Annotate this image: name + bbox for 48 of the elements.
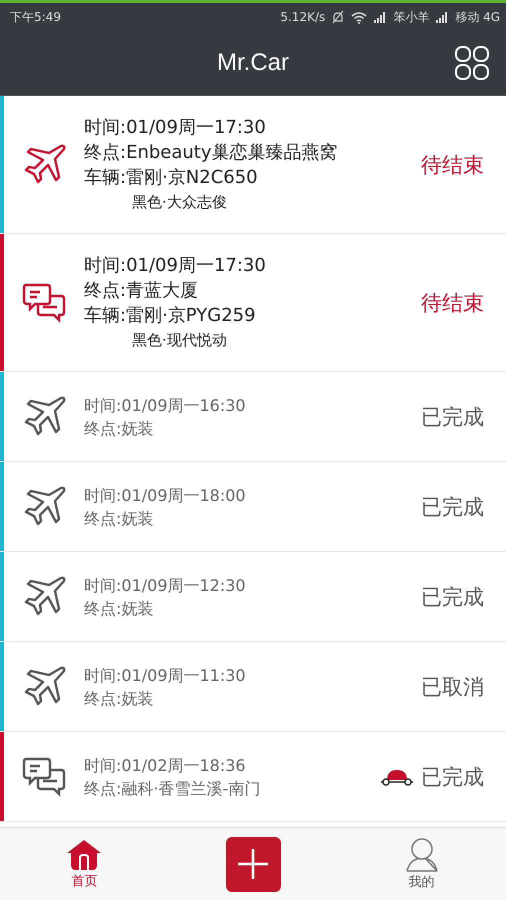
home-icon xyxy=(66,838,102,870)
order-card[interactable]: 时间:01/09周一17:30 终点:青蓝大厦 车辆:雷刚·京PYG259 黑色·现代悦动 待结束 xyxy=(0,234,506,372)
order-card[interactable]: 时间:01/09周一12:30 终点:妩装 已完成 xyxy=(0,552,506,642)
order-vehicle: 车辆:雷刚·京N2C650 xyxy=(84,166,259,190)
order-card[interactable]: 时间:01/09周一11:30 终点:妩装 已取消 xyxy=(0,642,506,732)
order-time: 时间:01/09周一17:30 xyxy=(84,254,267,278)
order-status: 待结束 xyxy=(421,290,484,316)
order-card[interactable]: 时间:01/09周一18:00 终点:妩装 已完成 xyxy=(0,462,506,552)
vehicle-detail: 黑色·大众志俊 xyxy=(131,192,228,213)
app-title: Mr.Car xyxy=(217,49,289,77)
order-destination: 终点:融科·香雪兰溪-南门 xyxy=(84,778,262,800)
order-destination: 终点:青蓝大厦 xyxy=(84,279,200,303)
carrier-name: 移动 4G xyxy=(455,8,500,26)
signal-icon xyxy=(435,11,450,23)
order-time: 时间:01/02周一18:36 xyxy=(84,754,247,776)
muted-bell-icon xyxy=(331,10,346,24)
home-tab[interactable]: 首页 xyxy=(66,838,102,890)
order-destination: 终点:妩装 xyxy=(84,418,154,440)
carrier-name: 笨小羊 xyxy=(393,8,430,26)
wifi-icon xyxy=(351,10,368,24)
order-time: 时间:01/09周一17:30 xyxy=(84,116,267,140)
plus-icon xyxy=(236,847,270,881)
network-speed: 5.12K/s xyxy=(280,10,326,24)
person-icon xyxy=(404,838,440,872)
order-time: 时间:01/09周一18:00 xyxy=(84,484,247,506)
add-button[interactable] xyxy=(226,836,280,892)
order-time: 时间:01/09周一12:30 xyxy=(84,574,247,596)
vehicle-detail: 黑色·现代悦动 xyxy=(131,330,228,351)
order-status: 已完成 xyxy=(421,494,484,520)
order-card[interactable]: 时间:01/02周一18:36 终点:融科·香雪兰溪-南门 已完成 xyxy=(0,732,506,822)
order-status: 已完成 xyxy=(421,584,484,610)
order-status: 已取消 xyxy=(421,674,484,700)
status-time: 下午5:49 xyxy=(10,8,61,26)
order-destination: 终点:妩装 xyxy=(84,508,154,530)
order-destination: 终点:妩装 xyxy=(84,598,154,620)
order-status: 待结束 xyxy=(421,152,484,178)
profile-tab[interactable]: 我的 xyxy=(404,838,440,890)
order-destination: 终点:Enbeauty巢恋巢臻品燕窝 xyxy=(84,141,338,165)
order-card[interactable]: 时间:01/09周一16:30 终点:妩装 已完成 xyxy=(0,372,506,462)
order-vehicle: 车辆:雷刚·京PYG259 xyxy=(84,304,257,328)
order-destination: 终点:妩装 xyxy=(84,688,154,710)
order-status: 已完成 xyxy=(421,404,484,430)
order-status: 已完成 xyxy=(421,764,484,790)
grid-menu-icon[interactable] xyxy=(454,45,490,81)
order-time: 时间:01/09周一16:30 xyxy=(84,394,247,416)
order-time: 时间:01/09周一11:30 xyxy=(84,664,247,686)
order-card[interactable]: 时间:01/09周一17:30 终点:Enbeauty巢恋巢臻品燕窝 车辆:雷刚·京N2C650 黑色·大众志俊 待结束 xyxy=(0,96,506,234)
signal-icon xyxy=(373,11,388,23)
